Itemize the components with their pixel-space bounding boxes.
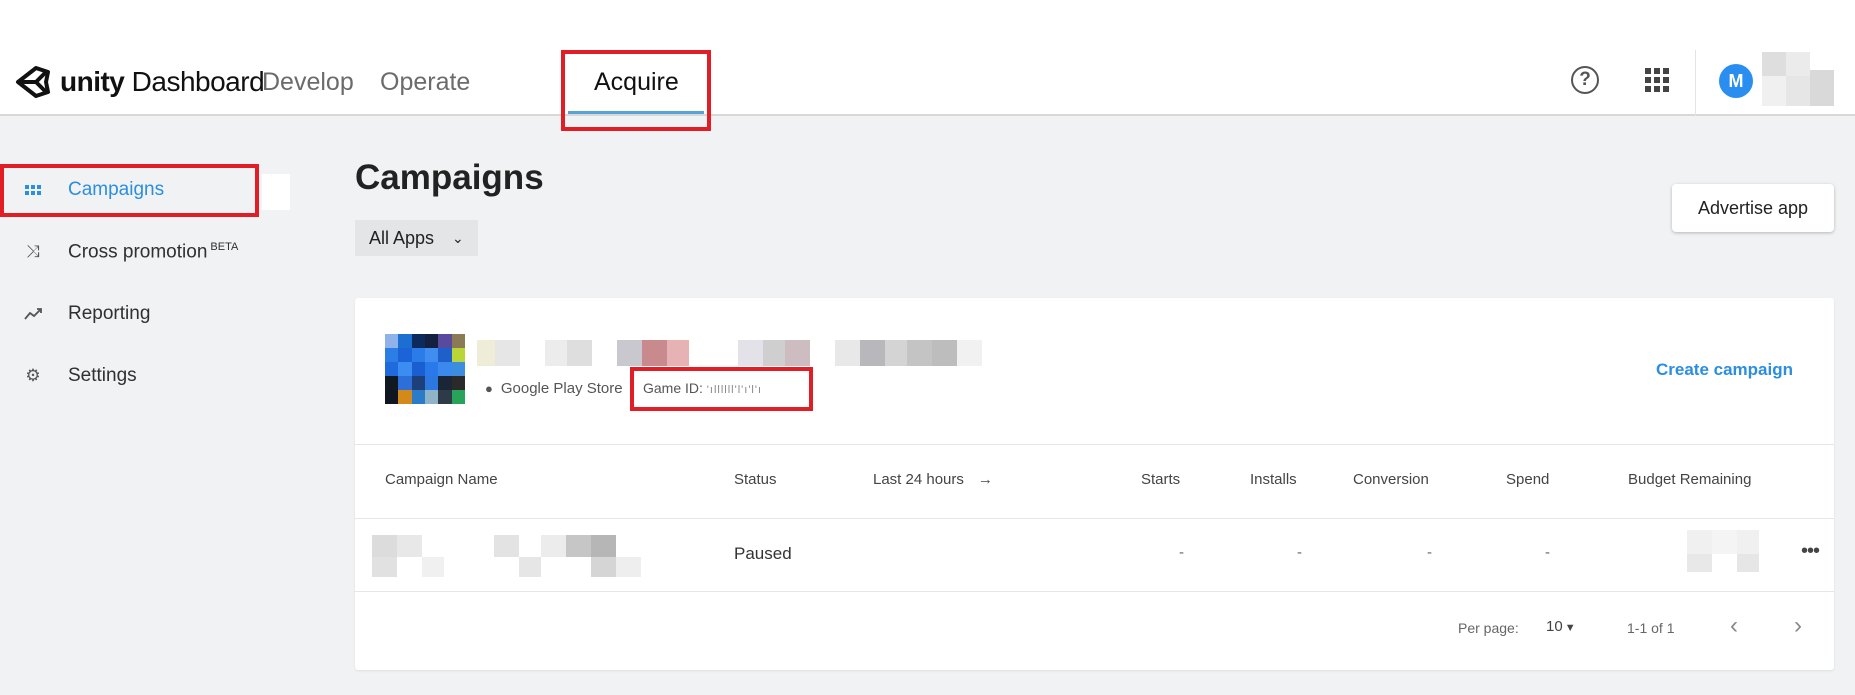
unity-dashboard-logo[interactable]: unity Dashboard bbox=[14, 62, 265, 102]
beta-badge: BETA bbox=[210, 240, 239, 253]
per-page-select[interactable]: 10 ▼ bbox=[1546, 618, 1576, 635]
conversion-cell: - bbox=[1427, 544, 1432, 561]
sidebar-item-label: Campaigns bbox=[68, 179, 165, 200]
top-header: unity Dashboard Develop Operate Acquire … bbox=[0, 0, 1855, 116]
sidebar-item-label: Settings bbox=[68, 365, 137, 386]
spend-cell: - bbox=[1545, 544, 1550, 561]
card-divider bbox=[355, 444, 1834, 445]
gear-icon: ⚙ bbox=[25, 366, 41, 385]
pagination-range: 1-1 of 1 bbox=[1627, 620, 1675, 636]
card-divider bbox=[355, 518, 1834, 519]
android-icon: ● bbox=[485, 381, 493, 396]
column-header-spend[interactable]: Spend bbox=[1506, 471, 1549, 488]
sidebar-item-campaigns[interactable]: Campaigns bbox=[0, 166, 290, 214]
tab-operate[interactable]: Operate bbox=[380, 62, 470, 102]
cross-promotion-icon: ⤨ bbox=[26, 242, 40, 261]
previous-page-icon[interactable]: ‹ bbox=[1730, 612, 1738, 640]
sidebar-item-label: Cross promotion BETA bbox=[68, 240, 239, 263]
game-id: Game ID: 'ıllllll'l'ı'l'ı bbox=[643, 380, 762, 396]
column-header-budget-remaining[interactable]: Budget Remaining bbox=[1628, 471, 1751, 488]
apps-grid-icon[interactable] bbox=[1645, 68, 1669, 92]
app-icon bbox=[385, 334, 465, 404]
account-name-redacted bbox=[1762, 52, 1834, 108]
per-page-label: Per page: bbox=[1458, 620, 1519, 636]
game-id-value: 'ıllllll'l'ı'l'ı bbox=[706, 384, 763, 396]
sidebar-item-label: Reporting bbox=[68, 303, 151, 324]
more-options-icon[interactable]: ••• bbox=[1801, 540, 1820, 563]
arrow-right-icon: → bbox=[977, 471, 993, 488]
next-page-icon[interactable]: › bbox=[1794, 612, 1802, 640]
installs-cell: - bbox=[1297, 544, 1302, 561]
unity-logo-icon bbox=[16, 66, 50, 98]
column-header-status[interactable]: Status bbox=[734, 471, 777, 488]
game-id-label: Game ID: bbox=[643, 380, 703, 396]
chevron-down-icon: ⌄ bbox=[452, 229, 464, 246]
column-header-campaign-name[interactable]: Campaign Name bbox=[385, 471, 498, 488]
app-filter-value: All Apps bbox=[369, 227, 435, 248]
tab-develop[interactable]: Develop bbox=[262, 62, 354, 102]
campaigns-grid-icon bbox=[24, 181, 42, 199]
create-campaign-link[interactable]: Create campaign bbox=[1656, 360, 1793, 380]
caret-down-icon: ▼ bbox=[1564, 622, 1576, 634]
app-filter-select[interactable]: All Apps ⌄ bbox=[355, 220, 478, 256]
store-name: Google Play Store bbox=[500, 380, 623, 397]
help-circle-icon[interactable]: ? bbox=[1571, 66, 1599, 94]
sidebar-item-cross-promotion[interactable]: ⤨ Cross promotion BETA bbox=[0, 228, 290, 276]
status-cell: Paused bbox=[734, 544, 792, 563]
starts-cell: - bbox=[1179, 544, 1184, 561]
logo-text: unity Dashboard bbox=[60, 66, 265, 97]
sidebar-item-reporting[interactable]: Reporting bbox=[0, 290, 290, 338]
card-divider bbox=[355, 591, 1834, 592]
store-info: ● Google Play Store bbox=[485, 380, 623, 397]
advertise-app-button[interactable]: Advertise app bbox=[1672, 184, 1834, 232]
tab-acquire[interactable]: Acquire bbox=[594, 62, 679, 102]
avatar[interactable]: M bbox=[1719, 64, 1753, 98]
sidebar-item-settings[interactable]: ⚙ Settings bbox=[0, 352, 290, 400]
column-header-starts[interactable]: Starts bbox=[1141, 471, 1180, 488]
trending-icon bbox=[24, 305, 42, 323]
header-divider bbox=[1695, 50, 1696, 116]
page-title: Campaigns bbox=[355, 158, 544, 197]
column-header-conversion[interactable]: Conversion bbox=[1353, 471, 1429, 488]
column-header-installs[interactable]: Installs bbox=[1250, 471, 1297, 488]
active-tab-indicator bbox=[568, 111, 704, 114]
column-header-last-24-hours[interactable]: Last 24 hours → bbox=[873, 471, 993, 488]
